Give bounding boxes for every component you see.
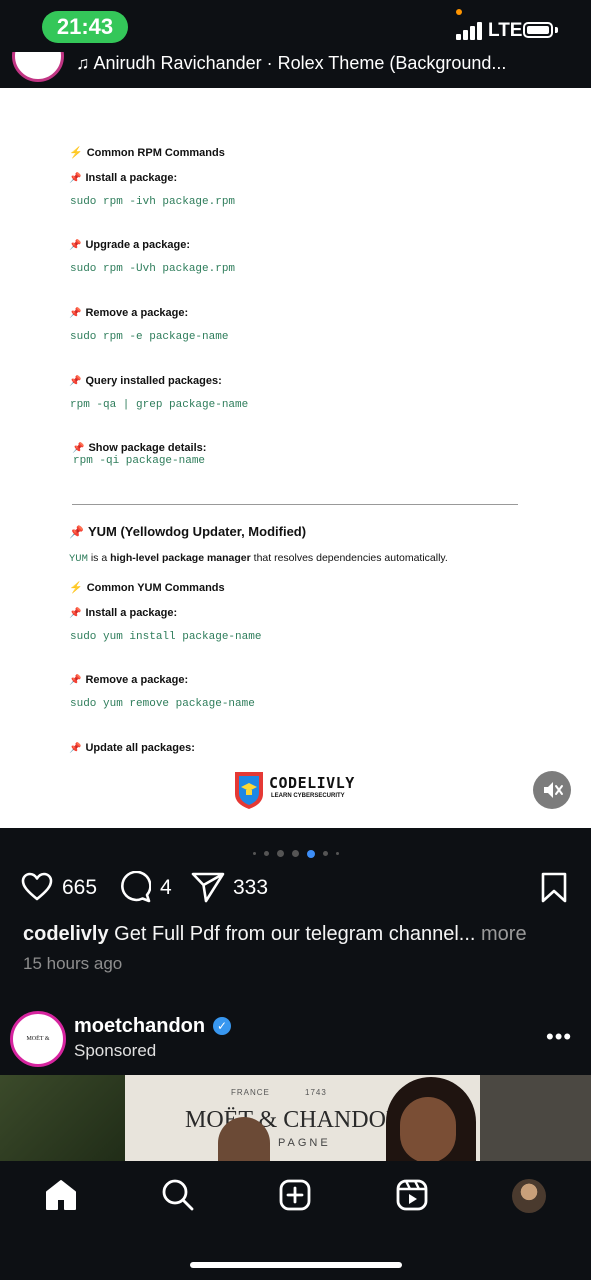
audio-track[interactable]: ♫ Anirudh Ravichander · Rolex Theme (Bac… [76,52,506,74]
rpm-item-code: sudo rpm -Uvh package.rpm [70,263,236,275]
person-left [218,1117,270,1163]
rpm-item-code: rpm -qi package-name [73,455,206,467]
author-avatar[interactable] [12,52,64,82]
home-icon[interactable] [44,1178,78,1212]
sponsored-label: Sponsored [74,1041,157,1060]
comment-icon[interactable] [119,871,151,903]
carousel-dot-active [306,849,315,858]
pin-icon: 📌 [69,608,82,619]
rpm-item-label: 📌 Install a package: [69,172,178,184]
carousel-dot [252,852,256,856]
yum-item-label: 📌 Remove a package: [69,674,189,686]
plant-foliage [0,1075,140,1163]
sponsor-username[interactable]: moetchandon [74,1015,205,1038]
sponsor-avatar[interactable]: MOËT & CHANDON [10,1011,66,1086]
pin-icon: 📌 [69,173,82,184]
ad-image[interactable]: FRANCE 1743 MOËT & CHANDON PAGNE [0,1075,591,1163]
heart-icon[interactable] [21,872,53,902]
person-right-face [400,1097,456,1163]
carousel-dot [263,851,269,857]
yum-item-code: sudo yum remove package-name [70,698,255,710]
music-icon: ♫ [76,53,94,73]
home-indicator[interactable] [190,1262,402,1268]
ad-background-right [480,1075,591,1163]
shield-logo-icon [235,772,263,809]
pin-icon: 📌 [69,308,82,319]
post-timestamp: 15 hours ago [23,954,123,973]
divider [72,504,518,505]
rpm-item-label: 📌 Upgrade a package: [69,239,190,251]
yum-commands-heading: ⚡ Common YUM Commands [69,582,225,594]
pin-icon: 📌 [69,240,82,251]
audio-track-title: Anirudh Ravichander · Rolex Theme (Backg… [93,53,507,73]
rpm-item-label: 📌 Show package details: [72,442,207,454]
rpm-commands-heading: ⚡ Common RPM Commands [69,147,225,159]
rpm-item-code: sudo rpm -e package-name [70,331,229,343]
yum-intro: YUM is a high-level package manager that… [69,552,448,565]
pin-icon: 📌 [69,525,84,539]
network-type: LTE [488,20,523,41]
caption-text: Get Full Pdf from our telegram channel..… [108,923,476,945]
profile-avatar[interactable] [512,1179,546,1213]
status-time[interactable]: 21:43 [42,11,128,43]
like-count[interactable]: 665 [62,876,97,900]
create-icon[interactable] [278,1178,312,1212]
yum-item-label: 📌 Update all packages: [69,742,195,754]
post-image[interactable]: ⚡ Common RPM Commands 📌 Install a package:… [0,88,591,828]
pin-icon: 📌 [69,675,82,686]
yum-heading: 📌 YUM (Yellowdog Updater, Modified) [69,524,307,539]
carousel-dot [276,850,284,858]
ad-brand-text: MOËT & CHANDON [185,1107,404,1133]
caption-username[interactable]: codelivly [23,923,109,945]
privacy-indicator [456,9,462,15]
comment-count[interactable]: 4 [160,876,172,900]
carousel-indicator [0,845,591,858]
codelivly-logo: CODELIVLY LEARN CYBERSECURITY [233,770,354,812]
lightning-icon: ⚡ [69,582,83,594]
lightning-icon: ⚡ [69,147,83,159]
verified-badge-icon: ✓ [213,1017,231,1035]
rpm-item-label: 📌 Query installed packages: [69,375,222,387]
more-icon[interactable]: ••• [546,1024,572,1050]
carousel-dot [335,852,339,856]
audio-strip[interactable]: ♫ Anirudh Ravichander · Rolex Theme (Bac… [0,52,591,88]
carousel-dot [322,851,328,857]
search-icon[interactable] [161,1178,195,1212]
battery-tip [555,27,558,33]
rpm-item-label: 📌 Remove a package: [69,307,189,319]
pin-icon: 📌 [69,376,82,387]
rpm-item-code: rpm -qa | grep package-name [70,399,249,411]
caption-more-link[interactable]: more [475,923,527,945]
reels-icon[interactable] [395,1178,429,1212]
rpm-item-code: sudo rpm -ivh package.rpm [70,196,236,208]
share-count[interactable]: 333 [233,876,268,900]
ad-text-france: FRANCE [231,1088,270,1097]
yum-item-code: sudo yum install package-name [70,631,262,643]
carousel-dot [291,850,299,858]
yum-item-label: 📌 Install a package: [69,607,178,619]
battery-icon [523,22,553,38]
pin-icon: 📌 [72,443,85,454]
ad-text-year: 1743 [305,1088,327,1097]
bookmark-icon[interactable] [540,872,568,904]
pin-icon: 📌 [69,743,82,754]
post-caption[interactable]: codelivly Get Full Pdf from our telegram… [23,921,583,947]
ad-sub-text: PAGNE [278,1137,331,1149]
mute-button[interactable] [533,771,571,809]
share-icon[interactable] [191,871,225,903]
signal-icon [456,22,484,40]
mute-icon [544,782,563,798]
